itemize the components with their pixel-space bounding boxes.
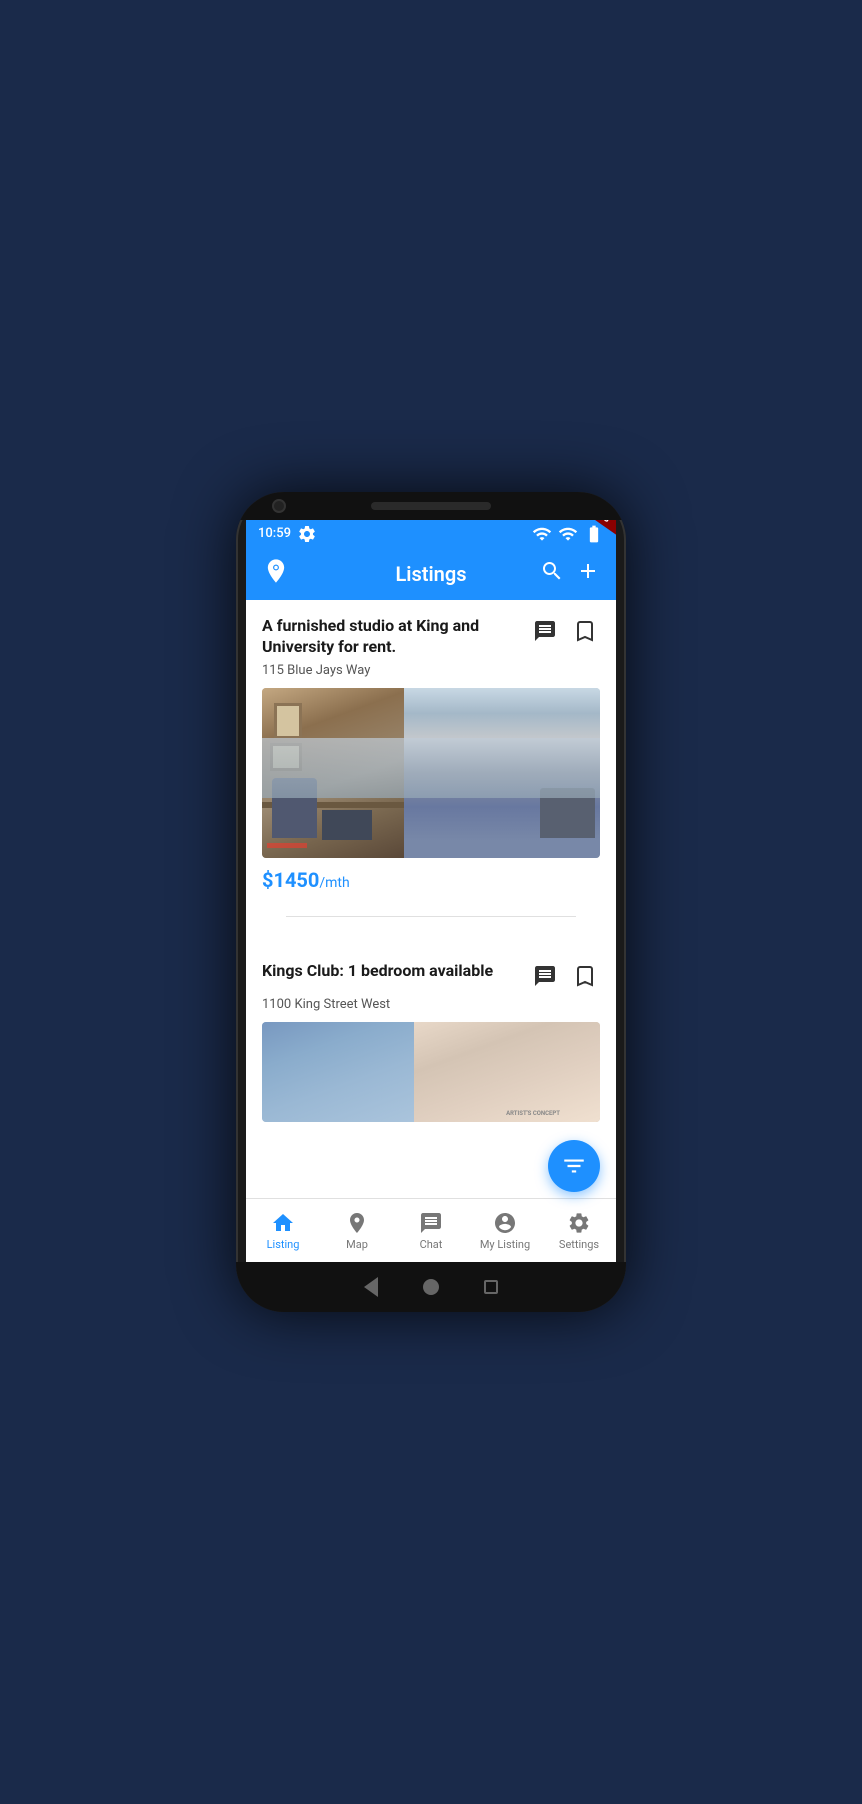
phone-screen: 10:59 DEBUG xyxy=(246,520,616,1263)
content-area[interactable]: A furnished studio at King and Universit… xyxy=(246,600,616,1199)
spacer-1 xyxy=(246,925,616,945)
back-button[interactable] xyxy=(361,1277,381,1297)
listing-2-chat-icon[interactable] xyxy=(530,961,560,991)
listing-1-title: A furnished studio at King and Universit… xyxy=(262,616,518,658)
bottom-navigation: Listing Map Chat My Lis xyxy=(246,1198,616,1262)
nav-label-chat: Chat xyxy=(420,1238,443,1251)
nav-label-map: Map xyxy=(346,1238,368,1251)
battery-icon xyxy=(584,524,604,544)
status-time: 10:59 xyxy=(258,526,291,541)
recents-button[interactable] xyxy=(481,1277,501,1297)
listing-1-price: $1450 xyxy=(262,868,319,892)
phone-speaker xyxy=(371,502,491,510)
listing-1-actions xyxy=(530,616,600,646)
nav-item-listing[interactable]: Listing xyxy=(246,1203,320,1259)
app-bar: Listings xyxy=(246,548,616,600)
nav-item-settings[interactable]: Settings xyxy=(542,1203,616,1259)
listing-1-price-area: $1450/mth xyxy=(262,868,600,892)
phone-bottom-bezel xyxy=(236,1262,626,1312)
status-icons xyxy=(532,524,604,544)
nav-label-settings: Settings xyxy=(559,1238,599,1251)
map-pin-icon xyxy=(345,1211,369,1235)
phone-top-bezel xyxy=(236,492,626,520)
listing-1-header: A furnished studio at King and Universit… xyxy=(262,616,600,658)
add-icon[interactable] xyxy=(576,559,600,589)
nav-item-chat[interactable]: Chat xyxy=(394,1203,468,1259)
nav-label-my-listing: My Listing xyxy=(480,1238,530,1251)
listing-divider-1 xyxy=(286,916,576,917)
listing-1-image[interactable] xyxy=(262,688,600,858)
phone-shell: 10:59 DEBUG xyxy=(236,492,626,1312)
listing-2-actions xyxy=(530,961,600,991)
listing-1-address: 115 Blue Jays Way xyxy=(262,663,600,678)
settings-status-icon xyxy=(297,524,317,544)
listing-card-1[interactable]: A furnished studio at King and Universit… xyxy=(246,600,616,909)
phone-camera xyxy=(272,499,286,513)
listing-1-price-unit: /mth xyxy=(319,875,349,891)
location-pin-icon[interactable] xyxy=(262,557,290,591)
home-icon xyxy=(271,1211,295,1235)
app-bar-left xyxy=(262,557,290,591)
listing-2-bookmark-icon[interactable] xyxy=(570,961,600,991)
nav-item-my-listing[interactable]: My Listing xyxy=(468,1203,542,1259)
account-circle-icon xyxy=(493,1211,517,1235)
listing-card-2[interactable]: Kings Club: 1 bedroom available xyxy=(246,945,616,1138)
wifi-icon xyxy=(532,524,552,544)
app-bar-right xyxy=(540,559,600,589)
listing-2-address: 1100 King Street West xyxy=(262,997,600,1012)
status-bar: 10:59 DEBUG xyxy=(246,520,616,548)
listing-2-title: Kings Club: 1 bedroom available xyxy=(262,961,518,982)
listing-2-image[interactable]: ARTIST'S CONCEPT xyxy=(262,1022,600,1122)
app-bar-title: Listings xyxy=(395,562,466,586)
status-time-area: 10:59 xyxy=(258,524,317,544)
nav-item-map[interactable]: Map xyxy=(320,1203,394,1259)
chat-icon xyxy=(419,1211,443,1235)
filter-icon xyxy=(561,1153,587,1179)
search-icon[interactable] xyxy=(540,559,564,589)
listing-1-chat-icon[interactable] xyxy=(530,616,560,646)
listing-1-bookmark-icon[interactable] xyxy=(570,616,600,646)
settings-icon xyxy=(567,1211,591,1235)
signal-icon xyxy=(558,524,578,544)
nav-label-listing: Listing xyxy=(267,1238,300,1251)
listing-2-header: Kings Club: 1 bedroom available xyxy=(262,961,600,991)
home-button[interactable] xyxy=(421,1277,441,1297)
